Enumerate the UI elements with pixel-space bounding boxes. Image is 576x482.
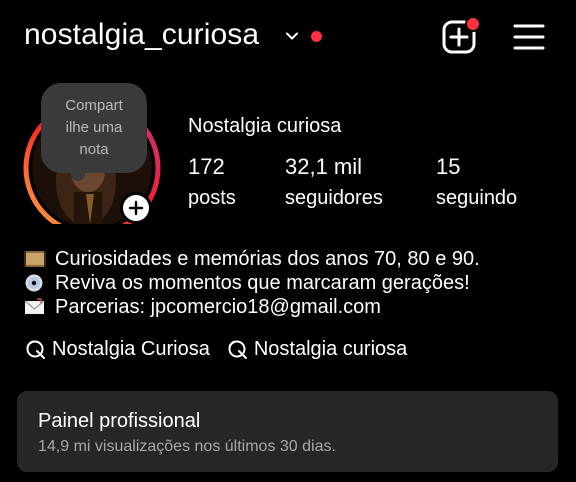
link-label: Nostalgia curiosa: [253, 337, 408, 360]
bio-text: Reviva os momentos que marcaram gerações…: [55, 272, 470, 294]
note-text-line: ilhe uma: [65, 119, 123, 136]
stat-value: 172: [188, 154, 225, 179]
bio: Curiosidades e memórias dos anos 70, 80 …: [24, 247, 480, 319]
display-name: Nostalgia curiosa: [188, 115, 342, 137]
threads-link-2[interactable]: Nostalgia curiosa: [226, 337, 407, 361]
notification-dot: [311, 31, 322, 42]
bio-text: Curiosidades e memórias dos anos 70, 80 …: [55, 248, 480, 270]
stat-followers[interactable]: 32,1 mil seguidores: [285, 154, 383, 211]
stat-value: 32,1 mil: [285, 154, 363, 179]
hamburger-menu-icon[interactable]: [512, 22, 546, 52]
note-text-line: Compart: [65, 97, 123, 114]
cd-disc-icon: [25, 274, 43, 292]
plus-icon: [128, 200, 144, 216]
panel-subtitle: 14,9 mi visualizações nos últimos 30 dia…: [38, 438, 336, 455]
threads-icon: [228, 340, 247, 359]
film-frame-icon: [24, 251, 46, 267]
bio-line: Parcerias: jpcomercio18@gmail.com: [24, 295, 480, 319]
stat-label: posts: [188, 187, 236, 209]
professional-dashboard-panel[interactable]: Painel profissional 14,9 mi visualizaçõe…: [17, 391, 558, 472]
share-note-bubble[interactable]: Compart ilhe uma nota: [41, 83, 147, 181]
bio-line: Reviva os momentos que marcaram gerações…: [24, 271, 480, 295]
stat-value: 15: [436, 154, 461, 179]
top-bar: nostalgia_curiosa: [0, 0, 576, 72]
stat-label: seguindo: [436, 187, 518, 209]
add-story-button[interactable]: [120, 192, 152, 224]
note-text-line: nota: [79, 141, 109, 158]
create-notification-dot: [465, 16, 481, 32]
bio-text[interactable]: Parcerias: jpcomercio18@gmail.com: [55, 295, 381, 319]
link-label: Nostalgia Curiosa: [52, 337, 210, 360]
threads-icon: [26, 340, 45, 359]
username-title[interactable]: nostalgia_curiosa: [24, 18, 259, 52]
profile-links: Nostalgia Curiosa Nostalgia curiosa: [24, 337, 423, 361]
stat-label: seguidores: [285, 187, 383, 209]
bio-line: Curiosidades e memórias dos anos 70, 80 …: [24, 247, 480, 271]
chevron-down-icon[interactable]: [284, 28, 300, 44]
envelope-icon: [24, 298, 45, 314]
panel-title: Painel profissional: [38, 410, 201, 432]
stat-following[interactable]: 15 seguindo: [436, 154, 517, 211]
threads-link-1[interactable]: Nostalgia Curiosa: [24, 337, 210, 361]
stat-posts[interactable]: 172 posts: [188, 154, 236, 211]
